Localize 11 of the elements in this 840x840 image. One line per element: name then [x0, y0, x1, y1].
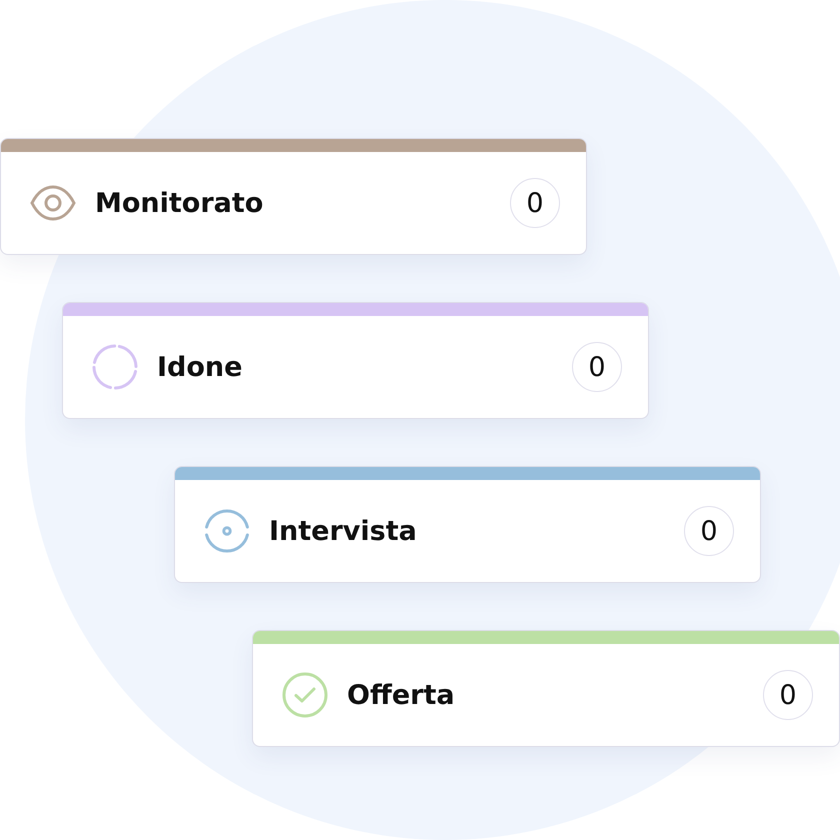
count-badge: 0 [572, 342, 622, 392]
stage-title: Idone [157, 352, 244, 382]
count-badge: 0 [763, 670, 813, 720]
stage-title: Intervista [269, 516, 418, 546]
dashed-ring-icon [92, 344, 138, 390]
stage-title: Monitorato [95, 188, 264, 218]
count-badge: 0 [684, 506, 734, 556]
check-circle-icon [282, 672, 328, 718]
count-badge: 0 [510, 178, 560, 228]
stage-title: Offerta [347, 680, 456, 710]
target-icon [204, 508, 250, 554]
